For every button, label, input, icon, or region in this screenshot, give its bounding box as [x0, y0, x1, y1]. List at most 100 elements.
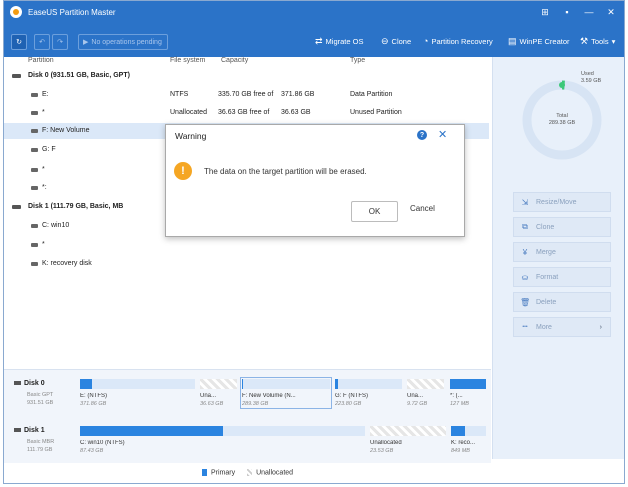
- segment-bar-unallocated: [200, 379, 237, 389]
- segment-size: 87.43 GB: [80, 448, 104, 454]
- segment-used-fill: [450, 379, 486, 389]
- segment-size: 9.72 GB: [407, 401, 428, 407]
- disk0-segment[interactable]: Una... 9.72 GB: [407, 379, 444, 407]
- donut-used-marker: [559, 82, 565, 88]
- format-button[interactable]: ⛀ Format: [513, 267, 611, 287]
- disk0-segment[interactable]: *: (... 127 MB: [450, 379, 486, 407]
- unallocated-swatch: [247, 469, 253, 477]
- disk-row[interactable]: Disk 0 (931.51 GB, Basic, GPT): [4, 68, 489, 84]
- delete-label: Delete: [536, 298, 557, 306]
- partition-row[interactable]: * Unallocated 36.63 GB free of 36.63 GB …: [4, 105, 489, 121]
- undo-icon[interactable]: ↶: [34, 34, 50, 50]
- legend-primary: Primary: [201, 469, 236, 477]
- disk0-segment[interactable]: G: F (NTFS) 223.80 GB: [335, 379, 402, 407]
- migrate-os-button[interactable]: ⇄ Migrate OS: [315, 36, 363, 47]
- disk0-segment-selected[interactable]: F: New Volume (N... 289.38 GB: [240, 377, 332, 409]
- disk0-size: 931.51 GB: [27, 400, 54, 406]
- disk0-segment[interactable]: E: (NTFS) 371.86 GB: [80, 379, 195, 407]
- segment-bar: [242, 379, 330, 389]
- clone-button[interactable]: ⊖ Clone: [381, 36, 411, 47]
- pending-operations-button[interactable]: ▶ No operations pending: [78, 34, 168, 50]
- partition-icon: [31, 93, 38, 97]
- partition-icon: [31, 148, 38, 152]
- close-button[interactable]: ✕: [602, 5, 620, 19]
- disk-name: Disk 1 (111.79 GB, Basic, MB: [28, 203, 124, 210]
- segment-size: 289.38 GB: [242, 401, 269, 407]
- segment-used-fill: [242, 379, 244, 389]
- disk0-segment[interactable]: Una... 36.63 GB: [200, 379, 237, 407]
- segment-used-fill: [80, 379, 92, 389]
- redo-icon[interactable]: ↷: [52, 34, 68, 50]
- legend-primary-label: Primary: [210, 469, 236, 477]
- resize-move-icon: ⇲: [521, 197, 529, 207]
- segment-bar: [450, 379, 486, 389]
- layout-icon[interactable]: ⊞: [536, 5, 554, 19]
- partition-type: Data Partition: [350, 91, 393, 98]
- disk1-size: 111.79 GB: [27, 447, 53, 453]
- primary-swatch: [201, 469, 207, 477]
- segment-bar-unallocated: [407, 379, 444, 389]
- disk0-label: Disk 0: [14, 380, 45, 387]
- disk-icon: [14, 381, 21, 386]
- segment-size: 127 MB: [450, 401, 469, 407]
- ok-button[interactable]: OK: [351, 201, 398, 222]
- tools-icon: ⚒: [580, 36, 589, 46]
- partition-type: Unused Partition: [350, 109, 402, 116]
- format-label: Format: [536, 273, 559, 281]
- disk1-label: Disk 1: [14, 427, 45, 434]
- partition-row[interactable]: K: recovery disk: [4, 256, 489, 272]
- tools-label: Tools: [591, 37, 609, 46]
- segment-bar: [335, 379, 402, 389]
- title-bar: EaseUS Partition Master ⊞ ▪ — ✕: [4, 1, 624, 23]
- tools-button[interactable]: ⚒ Tools ▾: [580, 36, 615, 47]
- total-label: Total: [556, 113, 568, 119]
- clone-partition-button[interactable]: ⧉ Clone: [513, 217, 611, 237]
- minimize-button[interactable]: —: [580, 5, 598, 19]
- disk1-segment[interactable]: K: reco... 849 MB: [451, 426, 486, 454]
- chevron-right-icon: ›: [599, 323, 602, 331]
- disk0-type: Basic GPT: [27, 392, 54, 398]
- partition-row[interactable]: *: [4, 237, 489, 253]
- partition-recovery-button[interactable]: ◔ Partition Recovery: [423, 36, 493, 46]
- app-logo-icon: [10, 6, 22, 18]
- more-icon: •••: [522, 324, 528, 330]
- partition-row[interactable]: E: NTFS 335.70 GB free of 371.86 GB Data…: [4, 87, 489, 103]
- segment-size: 36.63 GB: [200, 401, 224, 407]
- disk-icon: [14, 428, 21, 433]
- segment-name: Una...: [407, 393, 424, 399]
- disk1-segment[interactable]: C: win10 (NTFS) 87.43 GB: [80, 426, 365, 454]
- merge-icon: ¥: [522, 247, 528, 257]
- disk1-segment[interactable]: Unallocated 23.53 GB: [370, 426, 446, 454]
- partition-name: G: F: [42, 146, 56, 153]
- window-title: EaseUS Partition Master: [28, 7, 116, 17]
- partition-icon: [31, 129, 38, 133]
- cancel-button[interactable]: Cancel: [410, 204, 435, 213]
- resize-move-label: Resize/Move: [536, 198, 577, 206]
- dialog-title: Warning: [175, 131, 207, 141]
- menu-icon[interactable]: ▪: [558, 5, 576, 19]
- segment-name: E: (NTFS): [80, 393, 107, 399]
- delete-icon: 🗑: [520, 297, 531, 307]
- merge-label: Merge: [536, 248, 556, 256]
- more-label: More: [536, 323, 552, 331]
- partition-filesystem: NTFS: [170, 91, 189, 98]
- merge-button[interactable]: ¥ Merge: [513, 242, 611, 262]
- used-value: 3.59 GB: [581, 78, 602, 84]
- partition-icon: [31, 111, 38, 115]
- winpe-icon: ▤: [508, 36, 517, 46]
- segment-name: G: F (NTFS): [335, 393, 368, 399]
- app-window: EaseUS Partition Master ⊞ ▪ — ✕ ↻ ↶ ↷ ▶ …: [3, 0, 625, 484]
- partition-recovery-icon: ◔: [423, 36, 429, 46]
- partition-name: *: [42, 166, 45, 173]
- winpe-creator-button[interactable]: ▤ WinPE Creator: [508, 36, 570, 47]
- segment-name: C: win10 (NTFS): [80, 440, 125, 446]
- close-icon[interactable]: ✕: [438, 128, 447, 141]
- refresh-icon[interactable]: ↻: [11, 34, 27, 50]
- clone-label: Clone: [391, 37, 412, 46]
- resize-move-button[interactable]: ⇲ Resize/Move: [513, 192, 611, 212]
- more-button[interactable]: ••• More ›: [513, 317, 611, 337]
- delete-button[interactable]: 🗑 Delete: [513, 292, 611, 312]
- disk-icon: [12, 74, 21, 78]
- help-icon[interactable]: ?: [417, 130, 427, 140]
- warning-dialog: Warning ? ✕ ! The data on the target par…: [165, 124, 465, 237]
